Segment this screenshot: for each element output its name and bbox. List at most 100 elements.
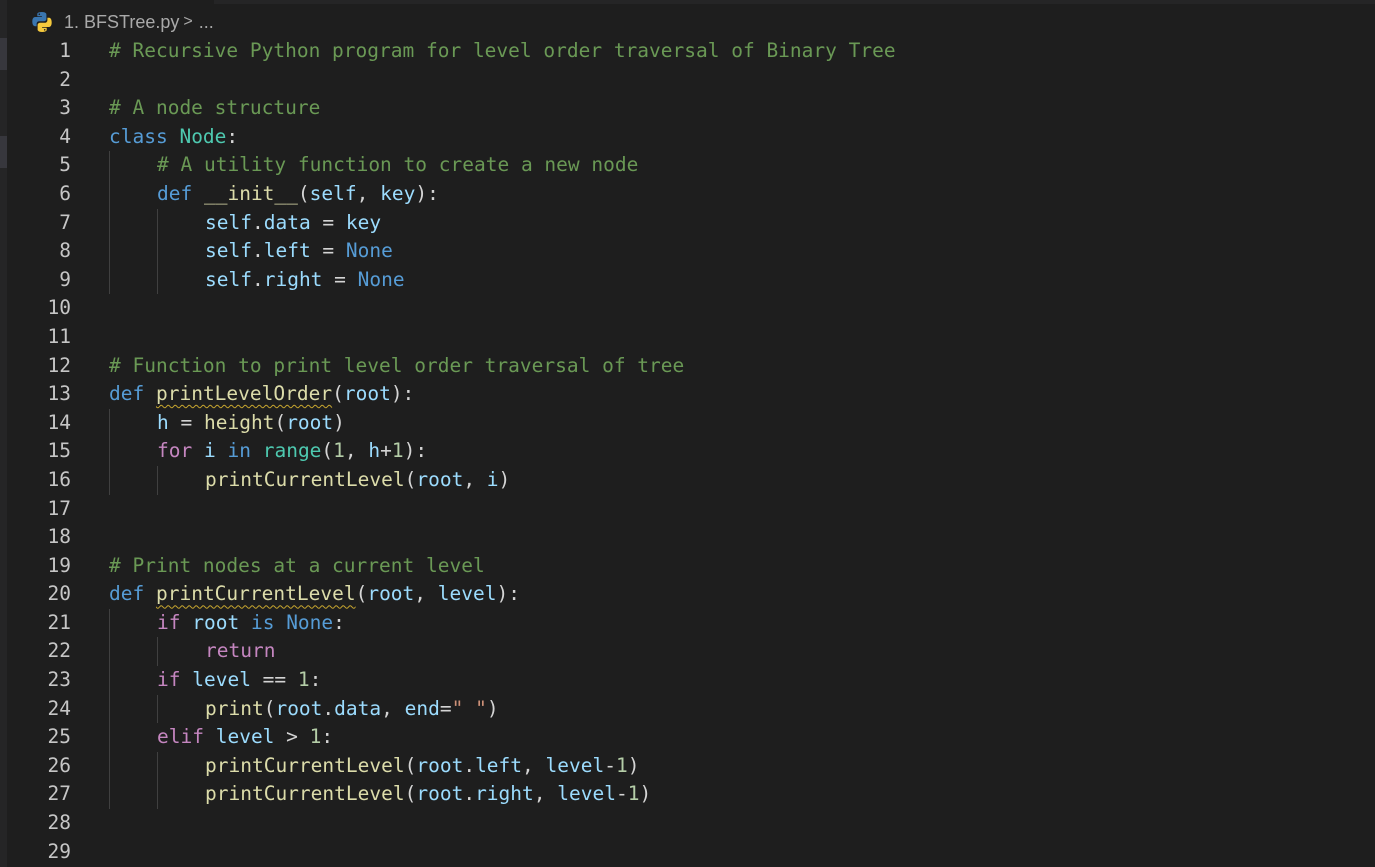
code-token: : bbox=[309, 668, 322, 692]
indent-guide bbox=[157, 780, 158, 810]
code-line[interactable]: 25 elif level > 1: bbox=[0, 723, 1375, 752]
code-token: = bbox=[310, 210, 346, 234]
indent-guide bbox=[109, 237, 110, 266]
code-line[interactable]: 29 bbox=[0, 838, 1375, 867]
code-token: def bbox=[109, 382, 145, 406]
code-line[interactable]: 24 print(root.data, end=" ") bbox=[0, 694, 1375, 724]
code-line[interactable]: 15 for i in range(1, h+1): bbox=[0, 437, 1375, 466]
code-text: elif level > 1: bbox=[157, 723, 333, 752]
code-token: right bbox=[475, 782, 534, 806]
code-line[interactable]: 21 if root is None: bbox=[0, 608, 1375, 638]
code-editor[interactable]: 1 # Recursive Python program for level or… bbox=[0, 37, 1375, 866]
line-number: 1 bbox=[59, 39, 71, 62]
code-token: , bbox=[533, 782, 558, 806]
breadcrumb-file[interactable]: 1. BFSTree.py bbox=[64, 12, 179, 33]
code-line[interactable]: 12 # Function to print level order traver… bbox=[0, 352, 1375, 381]
indent-guide bbox=[109, 666, 110, 695]
code-token: data bbox=[334, 696, 382, 720]
code-token: # Print nodes at a current level bbox=[109, 553, 485, 577]
code-token: i bbox=[486, 467, 499, 491]
python-icon bbox=[30, 10, 54, 34]
indent-guide bbox=[109, 408, 110, 438]
code-line[interactable]: 3 # A node structure bbox=[0, 94, 1375, 123]
code-token: print bbox=[205, 696, 264, 720]
line-number: 10 bbox=[47, 296, 71, 320]
code-line[interactable]: 23 if level == 1: bbox=[0, 666, 1375, 695]
indent-guide bbox=[109, 608, 110, 638]
code-text: printCurrentLevel(root.left, level-1) bbox=[205, 752, 639, 781]
code-line[interactable]: 28 bbox=[0, 809, 1375, 838]
code-token: class bbox=[109, 124, 168, 148]
code-token: def bbox=[157, 181, 193, 205]
indent-guide bbox=[109, 637, 110, 667]
code-line[interactable]: 19 # Print nodes at a current level bbox=[0, 552, 1375, 581]
code-token: ) bbox=[498, 467, 511, 491]
code-token: root bbox=[367, 582, 415, 606]
code-text: printCurrentLevel(root.right, level-1) bbox=[205, 780, 651, 809]
line-number: 3 bbox=[59, 96, 71, 120]
line-number: 12 bbox=[47, 353, 71, 377]
code-token: right bbox=[263, 267, 323, 291]
code-text: print(root.data, end=" ") bbox=[205, 695, 499, 724]
code-token: level bbox=[557, 782, 616, 806]
code-line[interactable]: 27 printCurrentLevel(root.right, level-1) bbox=[0, 780, 1375, 810]
code-token: root bbox=[286, 410, 334, 434]
code-line[interactable]: 16 printCurrentLevel(root, i) bbox=[0, 465, 1375, 495]
code-token: 1 bbox=[391, 439, 404, 463]
code-line[interactable]: 13 def printLevelOrder(root): bbox=[0, 380, 1375, 409]
code-token: # A utility function to create a new nod… bbox=[157, 153, 639, 177]
line-number: 28 bbox=[47, 811, 71, 835]
code-line[interactable]: 14 h = height(root) bbox=[0, 408, 1375, 438]
code-token: # Recursive Python program for level ord… bbox=[109, 39, 896, 62]
code-token: , bbox=[356, 181, 381, 205]
code-token: ( bbox=[274, 410, 287, 434]
code-token: ) bbox=[333, 410, 345, 434]
code-token: key bbox=[345, 210, 382, 234]
code-token: . bbox=[251, 239, 264, 263]
code-token: ): bbox=[496, 582, 520, 606]
code-token: ): bbox=[403, 439, 428, 463]
code-line[interactable]: 8 self.left = None bbox=[0, 237, 1375, 266]
code-line[interactable]: 10 bbox=[0, 294, 1375, 323]
indent-guide bbox=[109, 151, 110, 180]
breadcrumb-more[interactable]: ... bbox=[199, 12, 214, 33]
code-token: printLevelOrder bbox=[155, 382, 333, 406]
line-number: 8 bbox=[59, 239, 71, 263]
code-token: is bbox=[250, 610, 275, 634]
indent-guide bbox=[157, 208, 158, 238]
code-line[interactable]: 5 # A utility function to create a new no… bbox=[0, 151, 1375, 180]
code-line[interactable]: 11 bbox=[0, 323, 1375, 352]
line-number: 13 bbox=[47, 382, 71, 406]
code-line[interactable]: 1 # Recursive Python program for level or… bbox=[0, 37, 1375, 66]
code-line[interactable]: 22 return bbox=[0, 637, 1375, 667]
code-line[interactable]: 26 printCurrentLevel(root.left, level-1) bbox=[0, 751, 1375, 781]
code-line[interactable]: 7 self.data = key bbox=[0, 208, 1375, 238]
code-token: # Function to print level order traversa… bbox=[109, 353, 685, 377]
code-text: printCurrentLevel(root, i) bbox=[205, 466, 510, 495]
code-token: : bbox=[321, 725, 334, 749]
code-token: level bbox=[437, 582, 497, 606]
code-token: Node bbox=[179, 124, 227, 148]
code-line[interactable]: 4 class Node: bbox=[0, 123, 1375, 152]
code-token: printCurrentLevel bbox=[155, 582, 356, 606]
code-token: = bbox=[439, 696, 452, 720]
code-token: None bbox=[286, 610, 334, 634]
indent-guide bbox=[109, 723, 110, 752]
code-line[interactable]: 20 def printCurrentLevel(root, level): bbox=[0, 580, 1375, 609]
code-text: return bbox=[205, 637, 275, 666]
code-text: h = height(root) bbox=[157, 409, 345, 438]
code-token: . bbox=[251, 210, 264, 234]
code-line[interactable]: 17 bbox=[0, 495, 1375, 524]
code-line[interactable]: 2 bbox=[0, 66, 1375, 95]
code-line[interactable]: 6 def __init__(self, key): bbox=[0, 179, 1375, 209]
code-token: , bbox=[463, 467, 487, 491]
code-token: printCurrentLevel bbox=[205, 467, 405, 491]
code-token: end bbox=[404, 696, 440, 720]
code-line[interactable]: 18 bbox=[0, 523, 1375, 552]
indent-guide bbox=[109, 465, 110, 495]
code-line[interactable]: 9 self.right = None bbox=[0, 265, 1375, 295]
